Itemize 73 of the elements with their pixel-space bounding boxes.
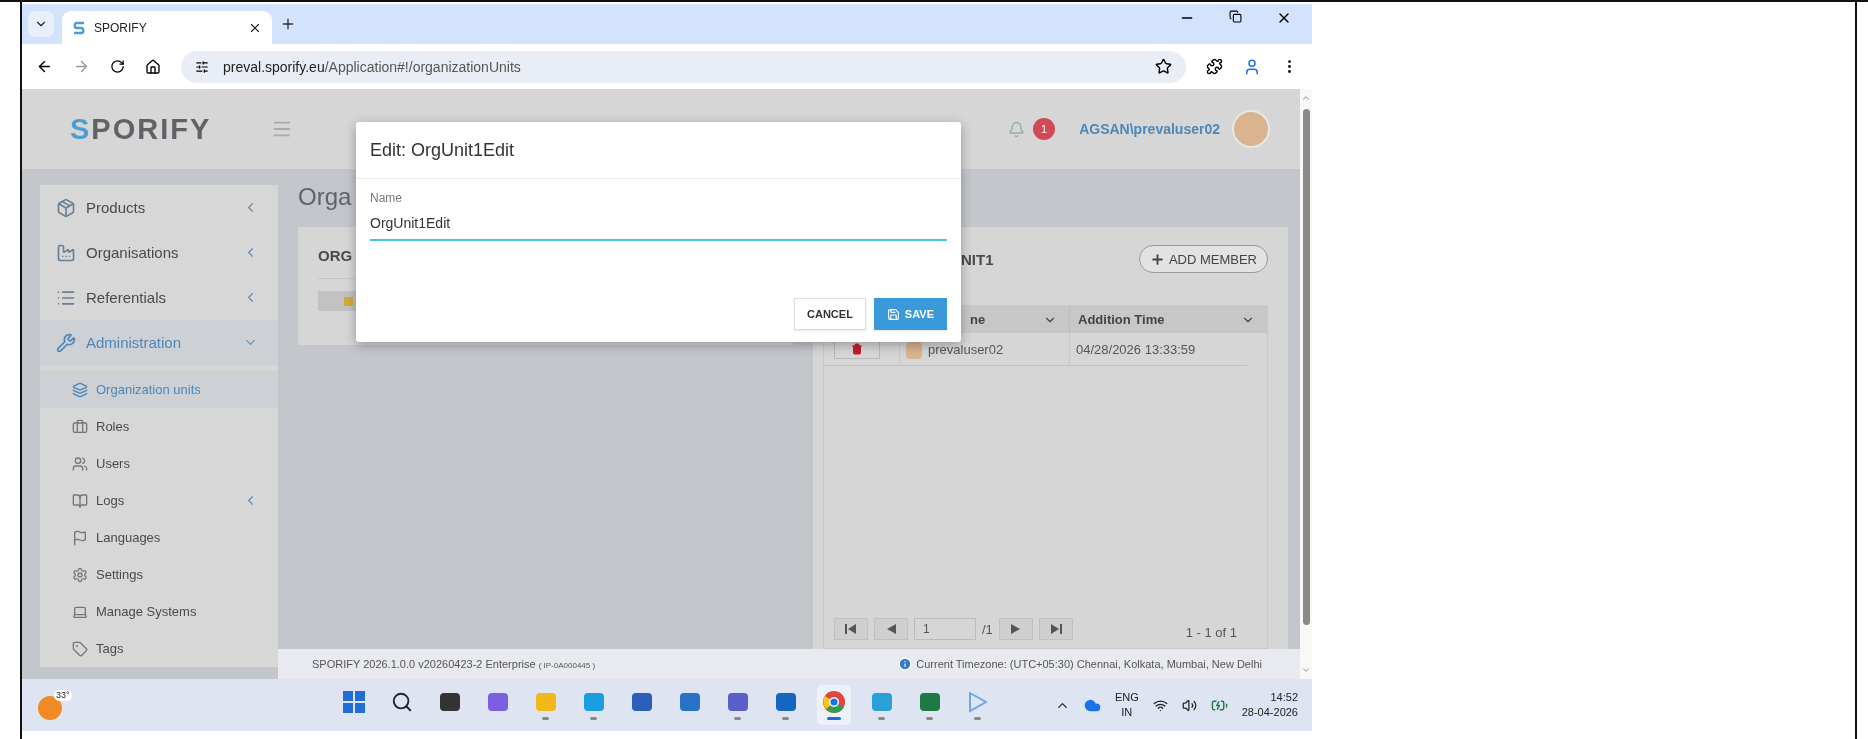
back-icon[interactable] (36, 58, 53, 75)
clock[interactable]: 14:52 28-04-2026 (1241, 690, 1298, 720)
volume-icon[interactable] (1181, 697, 1197, 713)
panel-title: NIT1 (961, 250, 994, 268)
site-logo-icon (72, 19, 86, 36)
bookmark-icon[interactable] (1155, 58, 1172, 75)
field-label: Name (370, 191, 403, 205)
new-tab-icon[interactable] (280, 16, 296, 32)
table-cell: prevaluser02 (928, 341, 1004, 357)
add-member-button[interactable]: ADD MEMBER (1138, 245, 1268, 273)
browser-tab[interactable]: SPORIFY (62, 11, 272, 44)
briefcase-icon (72, 418, 88, 435)
plus-icon (1149, 251, 1165, 267)
flag-icon (72, 529, 88, 546)
language-indicator[interactable]: ENG IN (1114, 690, 1139, 720)
page-input[interactable]: 1 (914, 618, 976, 640)
play-icon (967, 690, 988, 713)
cancel-button[interactable]: CANCEL (794, 298, 866, 330)
last-page-button[interactable] (1038, 618, 1073, 640)
tag-icon (72, 640, 88, 657)
sidebar-subitem[interactable]: Manage Systems (40, 593, 278, 630)
url-text: preval.sporify.eu/Application#!/organizationUnits (223, 58, 521, 75)
version-text: SPORIFY 2026.1.0.0 v20260423-2 Enterprise ( IP-0A000445 ) (312, 658, 596, 670)
sidebar-subitem[interactable]: Logs (40, 482, 278, 519)
previous-icon (886, 624, 896, 634)
sidebar-subitem[interactable]: Languages (40, 519, 278, 556)
weather-icon[interactable] (38, 696, 62, 720)
address-bar[interactable]: preval.sporify.eu/Application#!/organizationUnits (181, 50, 1186, 83)
wifi-icon[interactable] (1152, 697, 1168, 713)
search-icon (390, 690, 413, 713)
sidebar-subitem[interactable]: Settings (40, 556, 278, 593)
home-icon[interactable] (145, 58, 161, 75)
table-cell: 04/28/2026 13:33:59 (1076, 341, 1196, 357)
sidebar-item[interactable]: Organisations (40, 230, 278, 275)
trash-icon (851, 343, 863, 355)
temperature-text: 33° (54, 690, 72, 701)
column-header[interactable]: Addition Time (1069, 306, 1267, 333)
first-page-icon (845, 624, 857, 634)
dialog-title: Edit: OrgUnit1Edit (370, 139, 515, 161)
timezone-text: Current Timezone: (UTC+05:30) Chennai, Kolkata, Mumbai, New Delhi (916, 658, 1262, 670)
gear-icon (72, 566, 88, 583)
sidebar-subitem[interactable]: Users (40, 445, 278, 482)
reload-icon[interactable] (110, 59, 125, 74)
sporify-logo: SPORIFY (70, 112, 212, 146)
book-icon (72, 492, 88, 509)
sidebar-item[interactable]: Referentials (40, 275, 278, 320)
site-settings-icon[interactable] (195, 59, 209, 74)
layers-icon (72, 381, 88, 398)
chrome-icon (822, 690, 845, 713)
page-title: Orga (298, 183, 352, 210)
sidebar-item[interactable]: Products (40, 185, 278, 230)
windows-icon (342, 690, 365, 713)
info-icon (898, 657, 913, 671)
extensions-icon[interactable] (1206, 58, 1223, 75)
panel-title: ORG (318, 247, 354, 264)
page-summary: 1 - 1 of 1 (1185, 625, 1237, 640)
next-page-button[interactable] (998, 618, 1033, 640)
sidebar-subitem[interactable]: Tags (40, 630, 278, 667)
restore-icon[interactable] (1229, 10, 1242, 23)
sidebar-subitem[interactable]: Roles (40, 408, 278, 445)
users-icon (72, 455, 88, 472)
profile-icon[interactable] (1243, 57, 1261, 76)
box-icon (56, 197, 76, 218)
forward-icon[interactable] (73, 58, 90, 75)
first-page-button[interactable] (834, 618, 868, 640)
avatar (1232, 110, 1270, 148)
page-total: /1 (982, 621, 993, 637)
last-page-icon (1049, 624, 1062, 634)
previous-page-button[interactable] (874, 618, 908, 640)
notification-badge: 1 (1033, 118, 1056, 140)
factory-icon (56, 242, 76, 263)
wrench-icon (56, 332, 76, 353)
next-icon (1011, 624, 1021, 634)
